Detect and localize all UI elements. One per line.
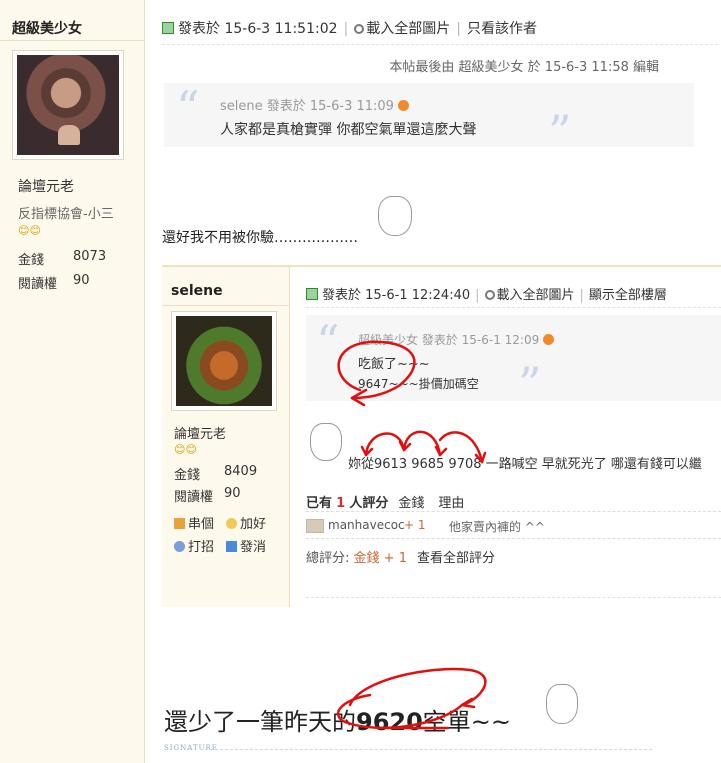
posts-link[interactable]: 串個 bbox=[174, 513, 214, 532]
embedded-author-sidebar: selene 論壇元老 😊😊 金錢 8409 閱讀權 90 串個 加好 打招 發… bbox=[162, 267, 290, 607]
avatar[interactable] bbox=[12, 50, 124, 160]
view-all-ratings-link[interactable]: 查看全部評分 bbox=[417, 551, 495, 566]
close-quote-icon: ” bbox=[548, 105, 572, 159]
post-time: 發表於 15-6-3 11:51:02 bbox=[178, 21, 338, 37]
divider bbox=[0, 40, 145, 41]
post-message: 妳從9613 9685 9708 一路喊空 早就死光了 哪還有錢可以繼 bbox=[348, 457, 702, 472]
rank-smiley-icons: 😊😊 bbox=[174, 443, 197, 456]
cat-emoticon-icon bbox=[546, 684, 578, 724]
rater-score: + 1 bbox=[404, 518, 426, 532]
jump-to-post-icon[interactable] bbox=[543, 334, 555, 345]
send-message-link[interactable]: 發消 bbox=[226, 536, 266, 555]
stat-money: 金錢 8409 bbox=[174, 464, 257, 483]
author-only-link[interactable]: 只看該作者 bbox=[467, 21, 537, 37]
open-quote-icon: “ bbox=[176, 81, 200, 135]
post-time: 發表於 15-6-1 12:24:40 bbox=[322, 288, 471, 303]
stat-value: 90 bbox=[224, 486, 241, 501]
reply-text: 還好我不用被你驗……………… bbox=[162, 230, 358, 246]
quote-author: 超級美少女 發表於 15-6-1 12:09 bbox=[358, 331, 555, 348]
load-images-link[interactable]: 載入全部圖片 bbox=[497, 288, 575, 303]
divider bbox=[162, 44, 718, 45]
rater-name[interactable]: manhavecoc bbox=[328, 518, 405, 532]
quote-text: 吃飯了~~~ bbox=[358, 357, 430, 372]
avatar-image bbox=[176, 316, 272, 406]
add-friend-link[interactable]: 加好 bbox=[226, 513, 266, 532]
stat-money: 金錢 8073 bbox=[18, 249, 106, 268]
open-quote-icon: “ bbox=[316, 315, 340, 369]
load-images-link[interactable]: 載入全部圖片 bbox=[366, 21, 450, 37]
online-status-icon bbox=[306, 288, 318, 300]
author-name[interactable]: selene bbox=[171, 283, 223, 299]
angry-cat-emoticon-icon bbox=[310, 423, 342, 461]
show-all-floors-link[interactable]: 顯示全部樓層 bbox=[589, 288, 667, 303]
author-name[interactable]: 超級美少女 bbox=[12, 18, 82, 38]
search-icon bbox=[484, 290, 495, 300]
quote-text: 9647~~~掛價加碼空 bbox=[358, 377, 479, 391]
rating-row: manhavecoc + 1 他家賣內褲的 ^^ bbox=[306, 511, 721, 539]
rater-reason: 他家賣內褲的 ^^ bbox=[449, 520, 545, 534]
divider bbox=[162, 305, 290, 306]
signature-text: 還少了一筆昨天的9620空單~~ bbox=[164, 708, 512, 736]
post-header: 發表於 15-6-3 11:51:02 | 載入全部圖片 | 只看該作者 bbox=[162, 18, 537, 38]
hand-icon bbox=[226, 518, 237, 529]
envelope-icon bbox=[226, 541, 237, 552]
stat-value: 8409 bbox=[224, 464, 258, 479]
close-quote-icon: ” bbox=[518, 357, 542, 411]
quote-block: “ 超級美少女 發表於 15-6-1 12:09 吃飯了~~~ 9647~~~掛… bbox=[306, 315, 721, 407]
divider bbox=[306, 307, 721, 308]
author-rank: 論壇元老 bbox=[174, 427, 227, 442]
cat-emoticon-icon bbox=[378, 196, 412, 236]
rater-avatar[interactable] bbox=[306, 519, 324, 533]
poke-link[interactable]: 打招 bbox=[174, 536, 214, 555]
rank-smiley-icons: 😊😊 bbox=[18, 224, 41, 237]
quote-block: “ selene 發表於 15-6-3 11:09 人家都是真槍實彈 你都空氣單… bbox=[164, 81, 694, 155]
stat-read-permission: 閱讀權 90 bbox=[174, 486, 241, 505]
stat-value: 90 bbox=[73, 273, 90, 288]
divider bbox=[306, 597, 721, 598]
quote-author: selene 發表於 15-6-3 11:09 bbox=[220, 95, 409, 114]
avatar[interactable] bbox=[171, 311, 277, 411]
stat-label: 金錢 bbox=[174, 468, 201, 483]
author-sidebar: 超級美少女 論壇元老 反指標協會-小三 😊😊 金錢 8073 閱讀權 90 bbox=[0, 0, 145, 763]
post-main: 發表於 15-6-3 11:51:02 | 載入全部圖片 | 只看該作者 本帖最後由 超… bbox=[146, 0, 721, 763]
stat-label: 閱讀權 bbox=[18, 277, 58, 292]
poke-icon bbox=[174, 541, 185, 552]
jump-to-post-icon[interactable] bbox=[397, 100, 409, 111]
stat-value: 8073 bbox=[73, 249, 107, 264]
signature-label: SIGNATURE bbox=[164, 744, 218, 752]
author-group: 反指標協會-小三 bbox=[18, 207, 114, 222]
home-icon bbox=[174, 518, 185, 529]
total-rating: 總評分: 金錢 + 1 查看全部評分 bbox=[306, 551, 495, 566]
signature-divider bbox=[200, 749, 652, 750]
author-rank: 論壇元老 bbox=[18, 179, 74, 195]
stat-label: 金錢 bbox=[18, 253, 45, 268]
ratings-header: 已有 1 人評分 金錢 理由 bbox=[306, 496, 465, 511]
online-status-icon bbox=[162, 22, 174, 34]
stat-label: 閱讀權 bbox=[174, 490, 214, 505]
quote-text: 人家都是真槍實彈 你都空氣單還這麼大聲 bbox=[220, 122, 477, 138]
stat-read-permission: 閱讀權 90 bbox=[18, 273, 90, 292]
search-icon bbox=[354, 24, 365, 34]
avatar-image bbox=[17, 55, 119, 155]
post-header: 發表於 15-6-1 12:24:40 | 載入全部圖片 | 顯示全部樓層 bbox=[306, 284, 667, 303]
embedded-post-body: 發表於 15-6-1 12:24:40 | 載入全部圖片 | 顯示全部樓層 “ 超級美少… bbox=[290, 267, 721, 607]
edit-notice: 本帖最後由 超級美少女 於 15-6-3 11:58 編輯 bbox=[389, 60, 659, 75]
embedded-post: selene 論壇元老 😊😊 金錢 8409 閱讀權 90 串個 加好 打招 發… bbox=[162, 265, 721, 607]
